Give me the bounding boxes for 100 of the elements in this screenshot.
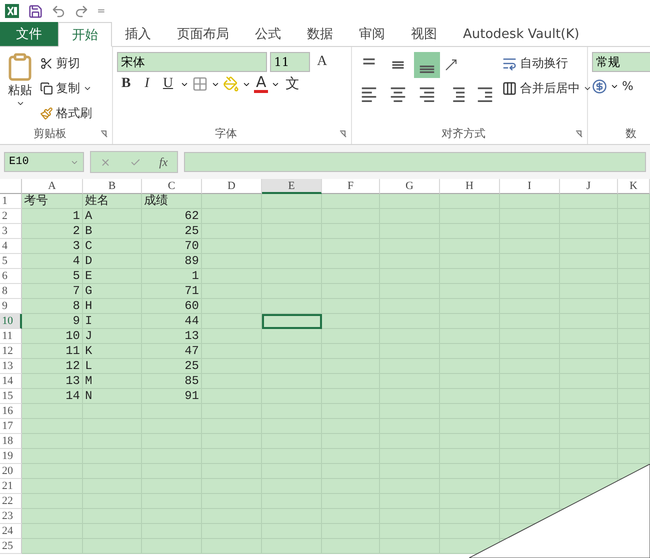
row-header[interactable]: 3 bbox=[0, 224, 22, 239]
number-format-dropdown[interactable]: 常规 bbox=[592, 52, 650, 72]
column-header[interactable]: H bbox=[440, 179, 500, 194]
table-cell: 10 bbox=[22, 329, 83, 344]
table-cell: B bbox=[83, 224, 142, 239]
font-name-dropdown[interactable]: 宋体 bbox=[117, 52, 267, 72]
paste-button[interactable]: 粘贴 bbox=[4, 52, 36, 124]
ribbon-tab[interactable]: 插入 bbox=[112, 22, 164, 46]
formula-input[interactable] bbox=[184, 152, 646, 172]
format-painter-button[interactable]: 格式刷 bbox=[40, 102, 92, 124]
wrap-text-button[interactable]: 自动换行 bbox=[502, 52, 592, 74]
phonetic-button[interactable]: 文 bbox=[283, 75, 302, 93]
row-header[interactable]: 23 bbox=[0, 509, 22, 524]
ribbon-tab[interactable]: 开始 bbox=[58, 22, 112, 47]
column-header[interactable]: D bbox=[202, 179, 262, 194]
table-cell bbox=[22, 464, 83, 479]
paste-label: 粘贴 bbox=[8, 82, 32, 99]
save-icon[interactable] bbox=[28, 4, 43, 18]
italic-button[interactable]: I bbox=[138, 76, 156, 92]
table-cell bbox=[500, 194, 560, 209]
column-header[interactable]: I bbox=[500, 179, 560, 194]
row-header[interactable]: 14 bbox=[0, 374, 22, 389]
table-cell: 11 bbox=[22, 344, 83, 359]
dialog-launcher-icon[interactable] bbox=[339, 130, 347, 138]
table-cell bbox=[618, 194, 650, 209]
fill-color-icon[interactable] bbox=[223, 76, 239, 92]
bold-button[interactable]: B bbox=[117, 76, 135, 92]
table-cell: 91 bbox=[142, 389, 202, 404]
table-cell bbox=[322, 299, 380, 314]
redo-icon[interactable] bbox=[74, 4, 89, 18]
row-header[interactable]: 10 bbox=[0, 314, 22, 329]
row-header[interactable]: 15 bbox=[0, 389, 22, 404]
underline-button[interactable]: U bbox=[159, 76, 177, 92]
dialog-launcher-icon[interactable] bbox=[100, 130, 108, 138]
file-tab[interactable]: 文件 bbox=[0, 22, 58, 46]
table-cell bbox=[22, 494, 83, 509]
row-header[interactable]: 17 bbox=[0, 419, 22, 434]
table-cell: I bbox=[83, 314, 142, 329]
row-header[interactable]: 22 bbox=[0, 494, 22, 509]
insert-function-button[interactable]: fx bbox=[159, 154, 168, 170]
ribbon-tab[interactable]: 数据 bbox=[294, 22, 346, 46]
table-cell: 8 bbox=[22, 299, 83, 314]
table-cell: 25 bbox=[142, 224, 202, 239]
table-cell: D bbox=[83, 254, 142, 269]
table-cell bbox=[560, 464, 618, 479]
column-header[interactable]: K bbox=[618, 179, 650, 194]
dialog-launcher-icon[interactable] bbox=[575, 130, 583, 138]
table-cell: 71 bbox=[142, 284, 202, 299]
table-cell: C bbox=[83, 239, 142, 254]
ribbon-tab[interactable]: 视图 bbox=[398, 22, 450, 46]
table-cell bbox=[262, 194, 322, 209]
row-header[interactable]: 1 bbox=[0, 194, 22, 209]
column-header[interactable]: C bbox=[142, 179, 202, 194]
merge-center-button[interactable]: 合并后居中 bbox=[502, 77, 592, 99]
row-header[interactable]: 4 bbox=[0, 239, 22, 254]
group-label: 对齐方式 bbox=[440, 126, 486, 142]
table-cell: 70 bbox=[142, 239, 202, 254]
table-cell: 89 bbox=[142, 254, 202, 269]
scissors-icon bbox=[40, 56, 53, 70]
row-header[interactable]: 20 bbox=[0, 464, 22, 479]
ribbon-tab[interactable]: Autodesk Vault(K) bbox=[450, 22, 592, 46]
table-cell: 1 bbox=[22, 209, 83, 224]
table-cell: A bbox=[83, 209, 142, 224]
column-header[interactable]: B bbox=[83, 179, 142, 194]
row-header[interactable]: 24 bbox=[0, 524, 22, 539]
column-header[interactable]: G bbox=[380, 179, 440, 194]
row-header[interactable]: 12 bbox=[0, 344, 22, 359]
row-header[interactable]: 9 bbox=[0, 299, 22, 314]
cut-button[interactable]: 剪切 bbox=[40, 52, 92, 74]
table-cell bbox=[262, 539, 322, 554]
row-header[interactable]: 25 bbox=[0, 539, 22, 554]
bottom-align-icon[interactable] bbox=[414, 52, 440, 78]
ribbon-tab[interactable]: 公式 bbox=[242, 22, 294, 46]
ribbon-tab[interactable]: 审阅 bbox=[346, 22, 398, 46]
row-header[interactable]: 18 bbox=[0, 434, 22, 449]
row-header[interactable]: 19 bbox=[0, 449, 22, 464]
ribbon-tab[interactable]: 页面布局 bbox=[164, 22, 242, 46]
row-header[interactable]: 13 bbox=[0, 359, 22, 374]
name-box[interactable]: E10 bbox=[4, 152, 84, 172]
row-header[interactable]: 21 bbox=[0, 479, 22, 494]
table-cell bbox=[22, 419, 83, 434]
table-cell: M bbox=[83, 374, 142, 389]
currency-icon[interactable] bbox=[592, 78, 607, 94]
row-header[interactable]: 8 bbox=[0, 284, 22, 299]
customize-toolbar-button[interactable]: = bbox=[97, 6, 106, 16]
percent-button[interactable]: % bbox=[622, 75, 634, 97]
row-header[interactable]: 11 bbox=[0, 329, 22, 344]
column-header[interactable]: J bbox=[560, 179, 618, 194]
row-header[interactable]: 5 bbox=[0, 254, 22, 269]
copy-button[interactable]: 复制 bbox=[40, 77, 92, 99]
row-header[interactable]: 2 bbox=[0, 209, 22, 224]
increase-font-button[interactable]: A bbox=[313, 54, 331, 70]
font-size-dropdown[interactable]: 11 bbox=[270, 52, 310, 72]
font-color-button[interactable]: A bbox=[254, 75, 268, 93]
column-header[interactable]: F bbox=[322, 179, 380, 194]
undo-icon[interactable] bbox=[51, 4, 66, 18]
row-header[interactable]: 6 bbox=[0, 269, 22, 284]
column-header[interactable]: A bbox=[22, 179, 83, 194]
row-header[interactable]: 16 bbox=[0, 404, 22, 419]
column-header[interactable]: E bbox=[262, 179, 322, 194]
